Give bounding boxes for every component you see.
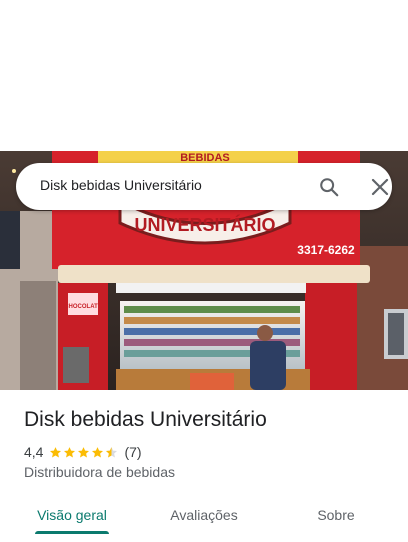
star-full-icon — [92, 446, 104, 457]
star-full-icon — [78, 446, 90, 457]
rating-value: 4,4 — [24, 444, 44, 460]
tab-reviews[interactable]: Avaliações — [154, 495, 254, 535]
star-full-icon — [50, 446, 62, 457]
map-blank-area — [0, 0, 408, 151]
search-input[interactable]: Disk bebidas Universitário — [40, 177, 202, 193]
sign-main-text: UNIVERSITÁRIO — [134, 214, 275, 235]
sign-side-text: CHOCOLATE — [64, 304, 102, 310]
star-half-icon — [106, 446, 118, 457]
tab-about[interactable]: Sobre — [296, 495, 376, 535]
review-count[interactable]: (7) — [124, 444, 141, 460]
star-rating — [49, 446, 119, 459]
place-tabs: Visão geral Avaliações Sobre — [0, 495, 408, 542]
search-bar[interactable]: Disk bebidas Universitário — [16, 163, 392, 210]
rating-row[interactable]: 4,4 (7) — [24, 443, 142, 461]
place-category[interactable]: Distribuidora de bebidas — [24, 464, 175, 480]
close-icon[interactable] — [370, 177, 390, 197]
sign-phone-text: 3317-6262 — [297, 243, 355, 257]
search-icon[interactable] — [318, 176, 340, 198]
active-tab-indicator — [35, 531, 109, 534]
place-title: Disk bebidas Universitário — [24, 408, 267, 431]
tab-overview[interactable]: Visão geral — [24, 495, 120, 535]
star-full-icon — [64, 446, 76, 457]
